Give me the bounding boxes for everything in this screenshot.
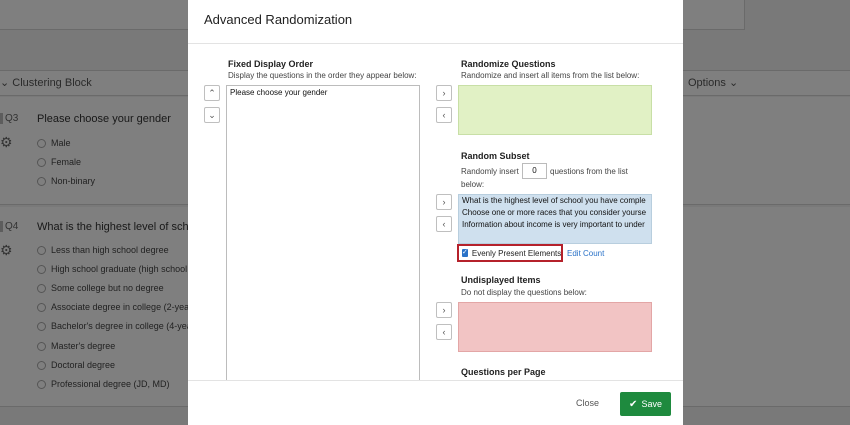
subset-count-input[interactable]: 0	[522, 163, 547, 179]
move-down-button[interactable]: ⌄	[204, 107, 220, 123]
edit-count-link[interactable]: Edit Count	[567, 249, 604, 258]
save-button-label: Save	[641, 399, 662, 409]
fixed-display-order-heading: Fixed Display Order	[228, 59, 314, 69]
list-item[interactable]: What is the highest level of school you …	[459, 195, 651, 207]
chevron-left-icon: ‹	[442, 110, 446, 120]
undisplayed-items-heading: Undisplayed Items	[461, 275, 541, 285]
random-subset-insert-suffix-line2: below:	[461, 180, 485, 189]
move-up-button[interactable]: ⌃	[204, 85, 220, 101]
chevron-right-icon: ›	[442, 88, 446, 98]
random-subset-insert-suffix: questions from the list	[550, 167, 628, 176]
questions-per-page-heading: Questions per Page	[461, 367, 546, 377]
chevron-right-icon: ›	[442, 305, 446, 315]
checkbox-checked-icon[interactable]: ✓	[462, 249, 468, 257]
fixed-display-order-description: Display the questions in the order they …	[228, 71, 417, 80]
evenly-present-elements-option[interactable]: ✓ Evenly Present Elements	[457, 244, 563, 262]
list-item[interactable]: Choose one or more races that you consid…	[459, 207, 651, 219]
evenly-present-elements-label: Evenly Present Elements	[471, 248, 562, 258]
dialog-title: Advanced Randomization	[204, 12, 353, 27]
checkmark-icon: ✔	[629, 398, 638, 410]
fixed-display-order-list[interactable]: Please choose your gender	[226, 85, 420, 380]
random-subset-heading: Random Subset	[461, 151, 530, 161]
randomize-questions-description: Randomize and insert all items from the …	[461, 71, 640, 80]
random-subset-list[interactable]: What is the highest level of school you …	[458, 194, 652, 244]
chevron-left-icon: ‹	[442, 327, 446, 337]
chevron-right-icon: ›	[442, 197, 446, 207]
move-from-subset-button[interactable]: ‹	[436, 216, 452, 232]
chevron-up-icon: ⌃	[208, 88, 216, 98]
chevron-left-icon: ‹	[442, 219, 446, 229]
dialog-body: Fixed Display Order Display the question…	[188, 44, 683, 380]
randomize-questions-heading: Randomize Questions	[461, 59, 556, 69]
undisplayed-items-list[interactable]	[458, 302, 652, 352]
save-button[interactable]: ✔ Save	[620, 392, 671, 416]
move-from-undisplayed-button[interactable]: ‹	[436, 324, 452, 340]
chevron-down-icon: ⌄	[208, 110, 216, 120]
dialog-footer: Close ✔ Save	[188, 380, 683, 425]
dialog-header: Advanced Randomization	[188, 0, 683, 44]
undisplayed-items-description: Do not display the questions below:	[461, 288, 587, 297]
move-to-subset-button[interactable]: ›	[436, 194, 452, 210]
advanced-randomization-dialog: Advanced Randomization Fixed Display Ord…	[188, 0, 683, 425]
move-to-randomize-button[interactable]: ›	[436, 85, 452, 101]
close-button[interactable]: Close	[576, 398, 599, 408]
randomize-questions-list[interactable]	[458, 85, 652, 135]
move-from-randomize-button[interactable]: ‹	[436, 107, 452, 123]
list-item[interactable]: Please choose your gender	[227, 86, 419, 99]
random-subset-insert-prefix: Randomly insert	[461, 167, 519, 176]
list-item[interactable]: Information about income is very importa…	[459, 219, 651, 231]
move-to-undisplayed-button[interactable]: ›	[436, 302, 452, 318]
